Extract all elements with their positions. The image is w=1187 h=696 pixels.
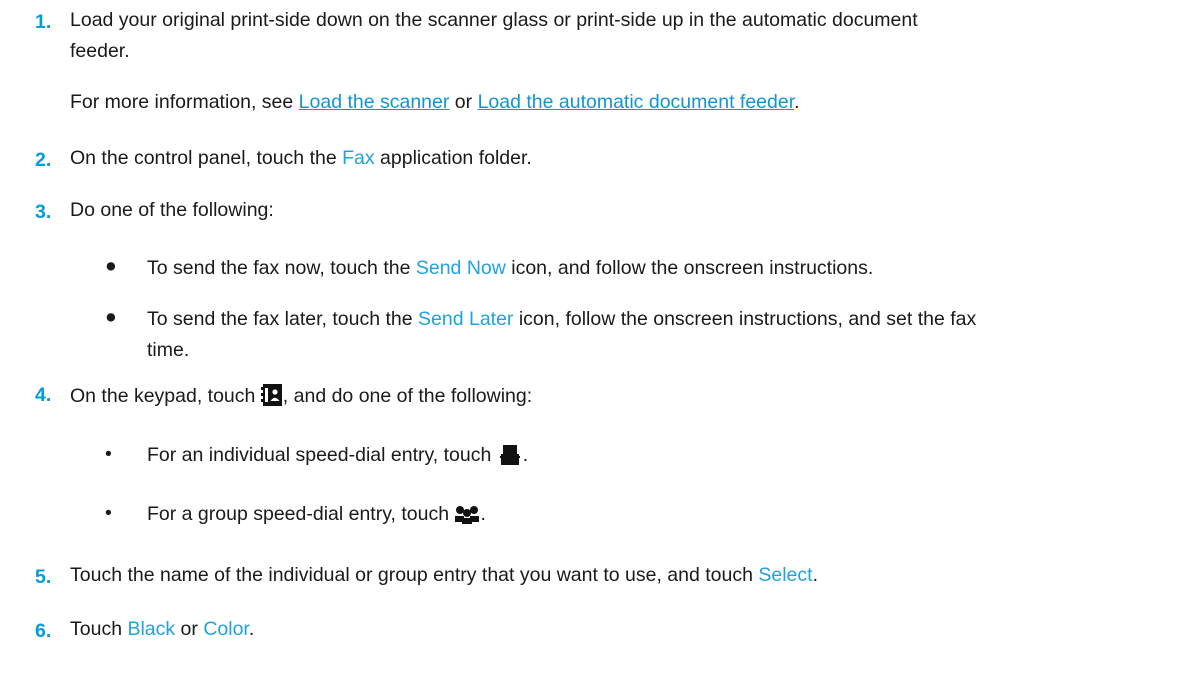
- bullet-4-pre: For a group speed-dial entry, touch: [147, 503, 455, 525]
- step-4-number: 4.: [35, 384, 52, 406]
- send-later-term: Send Later: [418, 308, 514, 330]
- step-6-mid: or: [175, 618, 204, 640]
- note-prefix: For more information, see: [70, 91, 299, 113]
- bullet-marker: ●: [105, 306, 117, 328]
- step-4-pre: On the keypad, touch: [70, 385, 261, 407]
- step-6-pre: Touch: [70, 618, 128, 640]
- speed-dial-book-icon: [260, 384, 283, 416]
- black-term: Black: [127, 618, 176, 640]
- individual-contact-icon: [497, 444, 523, 475]
- bullet-marker: •: [105, 443, 112, 465]
- fax-folder-term: Fax: [342, 147, 375, 169]
- step-1-text: Load your original print-side down on th…: [70, 5, 918, 67]
- step-1-line-2: feeder.: [70, 40, 130, 62]
- step-5-number: 5.: [35, 566, 52, 588]
- document-page: { "steps": [ { "num": "1.", "line1": "Lo…: [0, 0, 1187, 696]
- step-1-line-1: Load your original print-side down on th…: [70, 9, 918, 31]
- step-3-number: 3.: [35, 201, 52, 223]
- step-2-pre: On the control panel, touch the: [70, 147, 343, 169]
- step-4-bullet-2: For a group speed-dial entry, touch .: [147, 499, 486, 534]
- load-adf-link[interactable]: Load the automatic document feeder: [478, 91, 795, 113]
- step-3-bullet-2: To send the fax later, touch the Send La…: [147, 304, 976, 366]
- bullet-2-pre: To send the fax later, touch the: [147, 308, 419, 330]
- note-suffix: .: [794, 91, 800, 113]
- bullet-3-post: .: [522, 444, 529, 466]
- color-term: Color: [203, 618, 249, 640]
- step-4-post: , and do one of the following:: [282, 385, 533, 407]
- step-2-text: On the control panel, touch the Fax appl…: [70, 143, 532, 174]
- bullet-2-post: icon, follow the onscreen instructions, …: [513, 308, 977, 330]
- step-4-bullet-1: For an individual speed-dial entry, touc…: [147, 440, 528, 475]
- step-4-text: On the keypad, touch , and do one of the…: [70, 381, 532, 416]
- load-scanner-link[interactable]: Load the scanner: [299, 91, 450, 113]
- select-term: Select: [758, 564, 813, 586]
- step-1-number: 1.: [35, 11, 52, 33]
- bullet-1-pre: To send the fax now, touch the: [147, 257, 416, 279]
- step-5-pre: Touch the name of the individual or grou…: [70, 564, 759, 586]
- send-now-term: Send Now: [415, 257, 506, 279]
- bullet-4-post: .: [480, 503, 486, 525]
- step-3-text: Do one of the following:: [70, 199, 274, 221]
- step-5-post: .: [812, 564, 818, 586]
- step-2-post: application folder.: [374, 147, 532, 169]
- step-6-text: Touch Black or Color.: [70, 614, 254, 645]
- bullet-3-pre: For an individual speed-dial entry, touc…: [147, 444, 497, 466]
- step-5-text: Touch the name of the individual or grou…: [70, 560, 818, 591]
- bullet-1-post: icon, and follow the onscreen instructio…: [505, 257, 874, 279]
- step-6-number: 6.: [35, 620, 52, 642]
- step-2-number: 2.: [35, 149, 52, 171]
- step-3-bullet-1: To send the fax now, touch the Send Now …: [147, 253, 873, 284]
- bullet-marker: ●: [105, 255, 117, 277]
- step-6-post: .: [248, 618, 255, 640]
- note-mid: or: [449, 91, 478, 113]
- step-1-note: For more information, see Load the scann…: [70, 87, 800, 118]
- group-contact-icon: [454, 503, 480, 534]
- bullet-marker: •: [105, 502, 112, 524]
- bullet-2-line-2: time.: [147, 339, 190, 361]
